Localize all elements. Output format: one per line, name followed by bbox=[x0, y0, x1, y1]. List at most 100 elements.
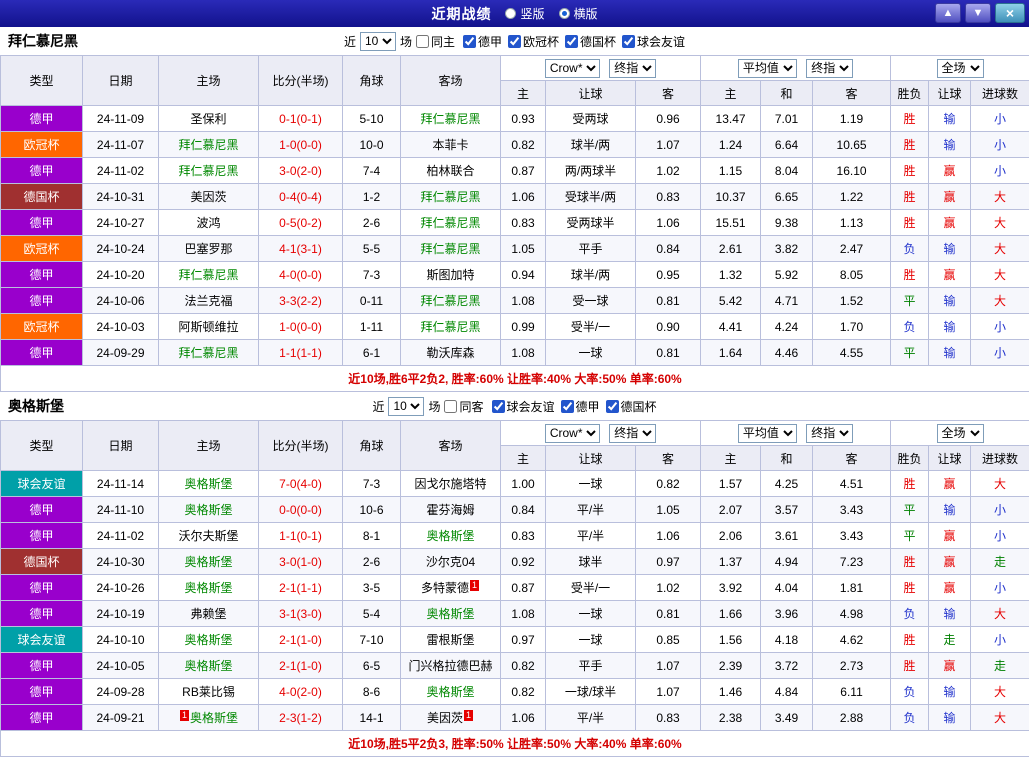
scope-select[interactable]: 全场 bbox=[937, 424, 984, 443]
away-team-cell[interactable]: 霍芬海姆 bbox=[401, 497, 501, 523]
league-checkbox[interactable] bbox=[606, 400, 619, 413]
team-link[interactable]: 美因茨 bbox=[427, 711, 463, 725]
league-filter-德甲[interactable]: 德甲 bbox=[463, 33, 502, 50]
home-team-cell[interactable]: 圣保利 bbox=[159, 106, 259, 132]
away-team-cell[interactable]: 本菲卡 bbox=[401, 132, 501, 158]
team-link[interactable]: 柏林联合 bbox=[426, 164, 474, 178]
home-team-cell[interactable]: 拜仁慕尼黑 bbox=[159, 340, 259, 366]
team-link[interactable]: 拜仁慕尼黑 bbox=[420, 190, 480, 204]
team-link[interactable]: 圣保利 bbox=[190, 112, 226, 126]
league-checkbox[interactable] bbox=[463, 35, 476, 48]
team-link[interactable]: 斯图加特 bbox=[426, 268, 474, 282]
away-team-cell[interactable]: 拜仁慕尼黑 bbox=[401, 314, 501, 340]
team-link[interactable]: 多特蒙德 bbox=[421, 581, 469, 595]
team-link[interactable]: 拜仁慕尼黑 bbox=[178, 138, 238, 152]
home-team-cell[interactable]: 拜仁慕尼黑 bbox=[159, 132, 259, 158]
league-filter-欧冠杯[interactable]: 欧冠杯 bbox=[508, 33, 559, 50]
team-link[interactable]: 奥格斯堡 bbox=[184, 477, 232, 491]
team-link[interactable]: 因戈尔施塔特 bbox=[414, 477, 486, 491]
away-team-cell[interactable]: 拜仁慕尼黑 bbox=[401, 236, 501, 262]
away-team-cell[interactable]: 拜仁慕尼黑 bbox=[401, 210, 501, 236]
away-team-cell[interactable]: 奥格斯堡 bbox=[401, 523, 501, 549]
league-filter-德国杯[interactable]: 德国杯 bbox=[606, 398, 657, 415]
avg-time-select[interactable]: 终指 bbox=[806, 59, 853, 78]
team-link[interactable]: 沙尔克04 bbox=[426, 555, 475, 569]
team-link[interactable]: RB莱比锡 bbox=[182, 685, 235, 699]
recent-count-select[interactable]: 10 bbox=[360, 32, 396, 51]
avg-company-select[interactable]: 平均值 bbox=[738, 424, 797, 443]
league-checkbox[interactable] bbox=[622, 35, 635, 48]
layout-option-vertical[interactable]: 竖版 bbox=[505, 5, 544, 22]
away-team-cell[interactable]: 因戈尔施塔特 bbox=[401, 471, 501, 497]
league-checkbox[interactable] bbox=[492, 400, 505, 413]
team-link[interactable]: 弗赖堡 bbox=[190, 607, 226, 621]
away-team-cell[interactable]: 斯图加特 bbox=[401, 262, 501, 288]
avg-company-select[interactable]: 平均值 bbox=[738, 59, 797, 78]
same-venue-filter[interactable]: 同客 bbox=[444, 398, 483, 415]
team-link[interactable]: 本菲卡 bbox=[432, 138, 468, 152]
home-team-cell[interactable]: 奥格斯堡 bbox=[159, 471, 259, 497]
team-link[interactable]: 拜仁慕尼黑 bbox=[178, 268, 238, 282]
home-team-cell[interactable]: 拜仁慕尼黑 bbox=[159, 262, 259, 288]
team-link[interactable]: 法兰克福 bbox=[184, 294, 232, 308]
league-checkbox[interactable] bbox=[561, 400, 574, 413]
league-checkbox[interactable] bbox=[565, 35, 578, 48]
league-filter-德国杯[interactable]: 德国杯 bbox=[565, 33, 616, 50]
team-link[interactable]: 霍芬海姆 bbox=[426, 503, 474, 517]
team-link[interactable]: 雷根斯堡 bbox=[426, 633, 474, 647]
away-team-cell[interactable]: 雷根斯堡 bbox=[401, 627, 501, 653]
home-team-cell[interactable]: 阿斯顿维拉 bbox=[159, 314, 259, 340]
team-link[interactable]: 波鸿 bbox=[196, 216, 220, 230]
recent-count-select[interactable]: 10 bbox=[388, 397, 424, 416]
away-team-cell[interactable]: 拜仁慕尼黑 bbox=[401, 184, 501, 210]
team-link[interactable]: 奥格斯堡 bbox=[426, 607, 474, 621]
league-filter-球会友谊[interactable]: 球会友谊 bbox=[492, 398, 555, 415]
same-venue-filter[interactable]: 同主 bbox=[416, 33, 455, 50]
away-team-cell[interactable]: 奥格斯堡 bbox=[401, 679, 501, 705]
away-team-cell[interactable]: 美因茨1 bbox=[401, 705, 501, 731]
odds-company-select[interactable]: Crow* bbox=[545, 424, 600, 443]
odds-time-select[interactable]: 终指 bbox=[609, 59, 656, 78]
away-team-cell[interactable]: 门兴格拉德巴赫 bbox=[401, 653, 501, 679]
home-team-cell[interactable]: 弗赖堡 bbox=[159, 601, 259, 627]
home-team-cell[interactable]: 波鸿 bbox=[159, 210, 259, 236]
odds-company-select[interactable]: Crow* bbox=[545, 59, 600, 78]
team-link[interactable]: 拜仁慕尼黑 bbox=[178, 164, 238, 178]
away-team-cell[interactable]: 拜仁慕尼黑 bbox=[401, 106, 501, 132]
layout-option-horizontal[interactable]: 横版 bbox=[559, 5, 598, 22]
away-team-cell[interactable]: 拜仁慕尼黑 bbox=[401, 288, 501, 314]
team-link[interactable]: 勒沃库森 bbox=[426, 346, 474, 360]
team-link[interactable]: 奥格斯堡 bbox=[184, 581, 232, 595]
home-team-cell[interactable]: 法兰克福 bbox=[159, 288, 259, 314]
team-link[interactable]: 奥格斯堡 bbox=[426, 529, 474, 543]
home-team-cell[interactable]: 奥格斯堡 bbox=[159, 627, 259, 653]
close-button[interactable]: × bbox=[995, 3, 1025, 23]
team-link[interactable]: 奥格斯堡 bbox=[184, 659, 232, 673]
team-link[interactable]: 沃尔夫斯堡 bbox=[178, 529, 238, 543]
home-team-cell[interactable]: RB莱比锡 bbox=[159, 679, 259, 705]
team-link[interactable]: 奥格斯堡 bbox=[184, 503, 232, 517]
home-team-cell[interactable]: 沃尔夫斯堡 bbox=[159, 523, 259, 549]
team-link[interactable]: 奥格斯堡 bbox=[190, 711, 238, 725]
team-link[interactable]: 阿斯顿维拉 bbox=[178, 320, 238, 334]
away-team-cell[interactable]: 奥格斯堡 bbox=[401, 601, 501, 627]
team-link[interactable]: 门兴格拉德巴赫 bbox=[408, 659, 492, 673]
team-link[interactable]: 巴塞罗那 bbox=[184, 242, 232, 256]
scroll-down-button[interactable]: ▼ bbox=[965, 3, 991, 23]
team-link[interactable]: 拜仁慕尼黑 bbox=[420, 216, 480, 230]
league-filter-德甲[interactable]: 德甲 bbox=[561, 398, 600, 415]
scroll-up-button[interactable]: ▲ bbox=[935, 3, 961, 23]
odds-time-select[interactable]: 终指 bbox=[609, 424, 656, 443]
team-link[interactable]: 奥格斯堡 bbox=[426, 685, 474, 699]
home-team-cell[interactable]: 奥格斯堡 bbox=[159, 575, 259, 601]
team-link[interactable]: 拜仁慕尼黑 bbox=[420, 320, 480, 334]
league-checkbox[interactable] bbox=[508, 35, 521, 48]
team-link[interactable]: 拜仁慕尼黑 bbox=[420, 242, 480, 256]
home-team-cell[interactable]: 1奥格斯堡 bbox=[159, 705, 259, 731]
home-team-cell[interactable]: 奥格斯堡 bbox=[159, 497, 259, 523]
home-team-cell[interactable]: 巴塞罗那 bbox=[159, 236, 259, 262]
team-link[interactable]: 美因茨 bbox=[190, 190, 226, 204]
away-team-cell[interactable]: 柏林联合 bbox=[401, 158, 501, 184]
home-team-cell[interactable]: 拜仁慕尼黑 bbox=[159, 158, 259, 184]
team-link[interactable]: 奥格斯堡 bbox=[184, 633, 232, 647]
